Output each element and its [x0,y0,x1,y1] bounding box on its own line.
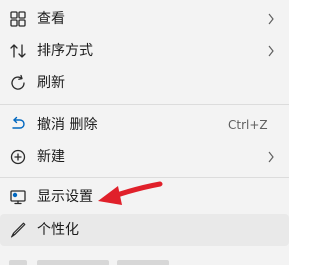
display-settings-icon [8,187,28,207]
menu-item-label: 查看 [37,11,65,27]
menu-item-label: 个性化 [37,222,79,238]
menu-item-label: 排序方式 [37,43,93,59]
personalize-icon [8,220,28,240]
partial-icon [9,260,27,265]
new-icon [8,147,28,167]
menu-item-personalize[interactable]: 个性化 [0,214,289,246]
annotation-arrow [94,176,166,212]
menu-item-new[interactable]: 新建 [0,141,289,173]
refresh-icon [8,73,28,93]
chevron-right-icon [267,45,275,57]
partial-label [37,260,109,265]
partial-label [117,260,169,265]
view-icon [8,9,28,29]
menu-item-label: 撤消 删除 [37,117,98,133]
desktop-context-menu: 查看 排序方式 刷新 撤消 删除 Ctrl+Z 新建 显示设置 个性化 [0,0,289,265]
menu-item-label: 新建 [37,149,65,165]
chevron-right-icon [267,151,275,163]
chevron-right-icon [267,13,275,25]
menu-item-view[interactable]: 查看 [0,3,289,35]
menu-item-label: 显示设置 [37,189,93,205]
undo-icon [8,115,28,135]
keyboard-shortcut: Ctrl+Z [228,118,268,132]
menu-separator [0,104,289,105]
sort-icon [8,41,28,61]
menu-item-label: 刷新 [37,75,65,91]
menu-item-refresh[interactable]: 刷新 [0,67,289,99]
menu-item-partial [0,258,289,265]
menu-item-undo-delete[interactable]: 撤消 删除 Ctrl+Z [0,109,289,141]
menu-item-sort-by[interactable]: 排序方式 [0,35,289,67]
